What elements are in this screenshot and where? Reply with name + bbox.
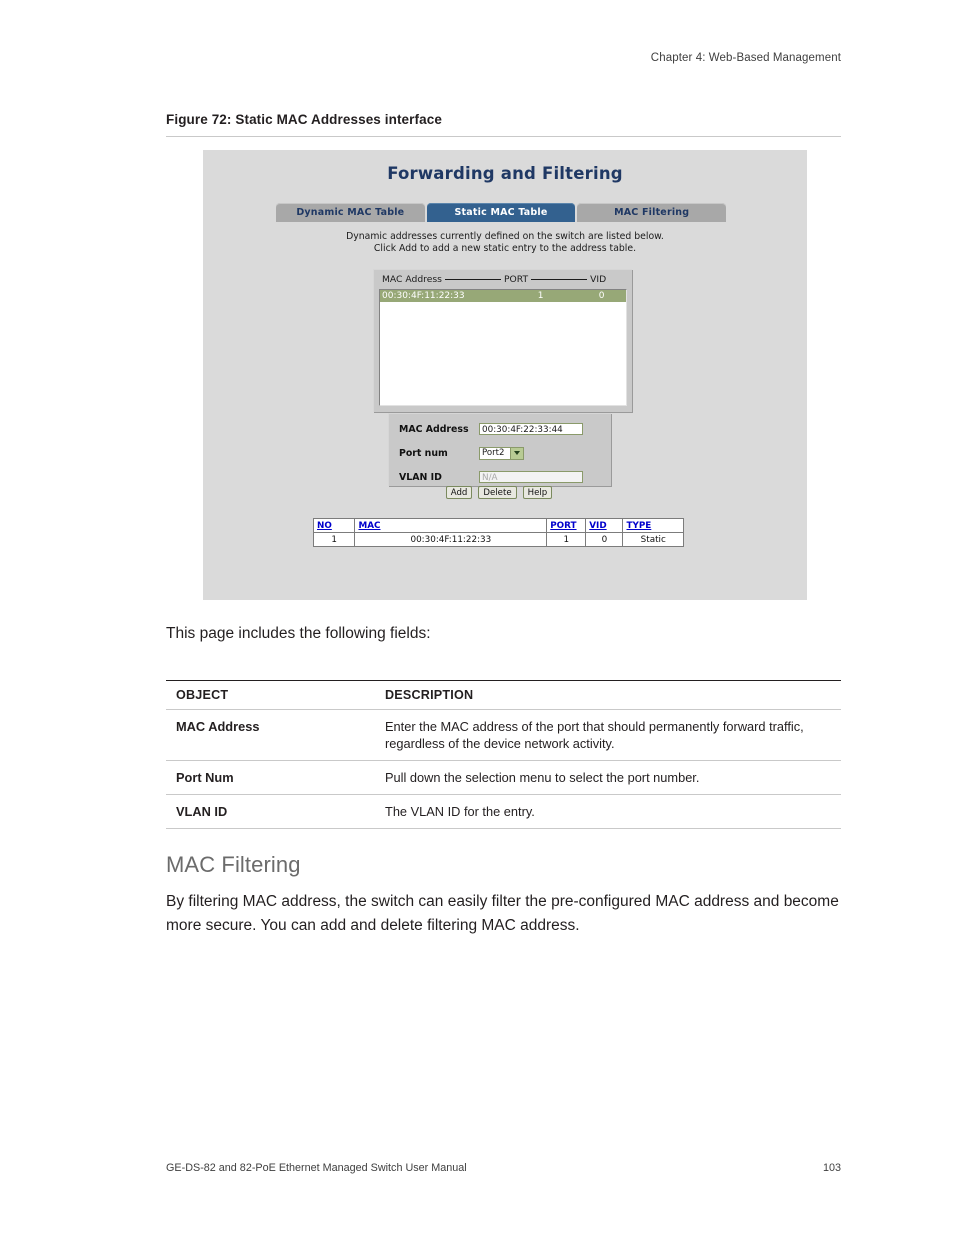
figure-caption-rule (166, 136, 841, 137)
running-head: Chapter 4: Web-Based Management (650, 52, 841, 64)
screenshot-description: Dynamic addresses currently defined on t… (203, 231, 807, 254)
table-row: VLAN ID The VLAN ID for the entry. (166, 794, 841, 829)
section-heading: MAC Filtering (166, 852, 301, 877)
grid-header-vid[interactable]: VID (585, 518, 624, 533)
grid-header-port[interactable]: PORT (546, 518, 587, 533)
listbox-header-vid: VID (590, 274, 607, 285)
tab-static-mac-table[interactable]: Static MAC Table (426, 203, 576, 222)
grid-header-row: NO MAC PORT VID TYPE (312, 518, 684, 533)
grid-cell-no: 1 (312, 532, 356, 547)
field-object-mac-address: MAC Address (166, 709, 381, 761)
field-object-port-num: Port Num (166, 760, 381, 795)
grid-cell-type: Static (622, 532, 684, 547)
screenshot-tabs: Dynamic MAC Table Static MAC Table MAC F… (276, 203, 727, 222)
form-row-vlan-id: VLAN ID N/A (399, 469, 601, 485)
mac-listbox-panel: MAC Address PORT VID 00:30:4F:11:22:33 1 0 (373, 269, 632, 412)
form-row-mac-address: MAC Address 00:30:4F:22:33:44 (399, 421, 601, 437)
lead-text: This page includes the following fields: (166, 625, 431, 642)
listbox-header-mac: MAC Address (382, 274, 442, 285)
port-num-label: Port num (399, 447, 448, 459)
help-button[interactable]: Help (522, 486, 553, 499)
port-num-select[interactable]: Port2 (479, 446, 524, 460)
grid-cell-port: 1 (546, 532, 587, 547)
footer-page-number: 103 (822, 1162, 841, 1174)
listbox-header-port: PORT (503, 274, 529, 285)
add-button[interactable]: Add (445, 486, 473, 499)
mac-address-input[interactable]: 00:30:4F:22:33:44 (479, 423, 583, 435)
vlan-id-input[interactable]: N/A (479, 471, 583, 483)
header-rule-1 (444, 279, 501, 280)
static-mac-form-panel: MAC Address 00:30:4F:22:33:44 Port num P… (388, 413, 611, 486)
field-description-vlan-id: The VLAN ID for the entry. (381, 794, 841, 829)
mac-listbox-header: MAC Address PORT VID (382, 274, 606, 285)
fields-table: OBJECT DESCRIPTION MAC Address Enter the… (166, 680, 841, 829)
grid-header-type[interactable]: TYPE (622, 518, 684, 533)
fields-header-row: OBJECT DESCRIPTION (166, 680, 841, 710)
list-item-vid: 0 (598, 291, 605, 301)
field-object-vlan-id: VLAN ID (166, 794, 381, 829)
table-row: MAC Address Enter the MAC address of the… (166, 709, 841, 761)
form-button-row: Add Delete Help (388, 486, 610, 499)
figure-screenshot: Forwarding and Filtering Dynamic MAC Tab… (203, 150, 807, 600)
fields-header-description: DESCRIPTION (381, 680, 841, 710)
chevron-down-icon[interactable] (510, 447, 523, 459)
field-description-port-num: Pull down the selection menu to select t… (381, 760, 841, 795)
header-rule-2 (531, 279, 588, 280)
screenshot-title: Forwarding and Filtering (387, 164, 623, 183)
table-row: Port Num Pull down the selection menu to… (166, 760, 841, 795)
table-row[interactable]: 1 00:30:4F:11:22:33 1 0 Static (312, 532, 684, 547)
vlan-id-label: VLAN ID (399, 471, 442, 483)
description-line-2: Click Add to add a new static entry to t… (373, 242, 637, 254)
delete-button[interactable]: Delete (478, 486, 517, 499)
grid-cell-mac: 00:30:4F:11:22:33 (354, 532, 548, 547)
figure-caption: Figure 72: Static MAC Addresses interfac… (166, 112, 442, 127)
mac-listbox[interactable]: 00:30:4F:11:22:33 1 0 (379, 289, 627, 406)
fields-header-object: OBJECT (166, 680, 381, 710)
form-row-port-num: Port num Port2 (399, 445, 601, 461)
tab-mac-filtering[interactable]: MAC Filtering (577, 203, 727, 222)
grid-cell-vid: 0 (585, 532, 624, 547)
grid-header-mac[interactable]: MAC (354, 518, 548, 533)
field-description-mac-address: Enter the MAC address of the port that s… (381, 709, 841, 761)
grid-header-no[interactable]: NO (312, 518, 356, 533)
list-item-port: 1 (537, 291, 544, 301)
tab-dynamic-mac-table[interactable]: Dynamic MAC Table (276, 203, 425, 222)
description-line-1: Dynamic addresses currently defined on t… (346, 231, 664, 242)
section-paragraph: By filtering MAC address, the switch can… (166, 893, 839, 934)
static-mac-grid: NO MAC PORT VID TYPE 1 00:30:4F:11:22:33… (312, 518, 684, 547)
list-item[interactable]: 00:30:4F:11:22:33 1 0 (380, 290, 626, 302)
mac-address-label: MAC Address (399, 423, 469, 435)
list-item-mac: 00:30:4F:11:22:33 (382, 291, 465, 301)
port-num-value: Port2 (482, 448, 505, 458)
